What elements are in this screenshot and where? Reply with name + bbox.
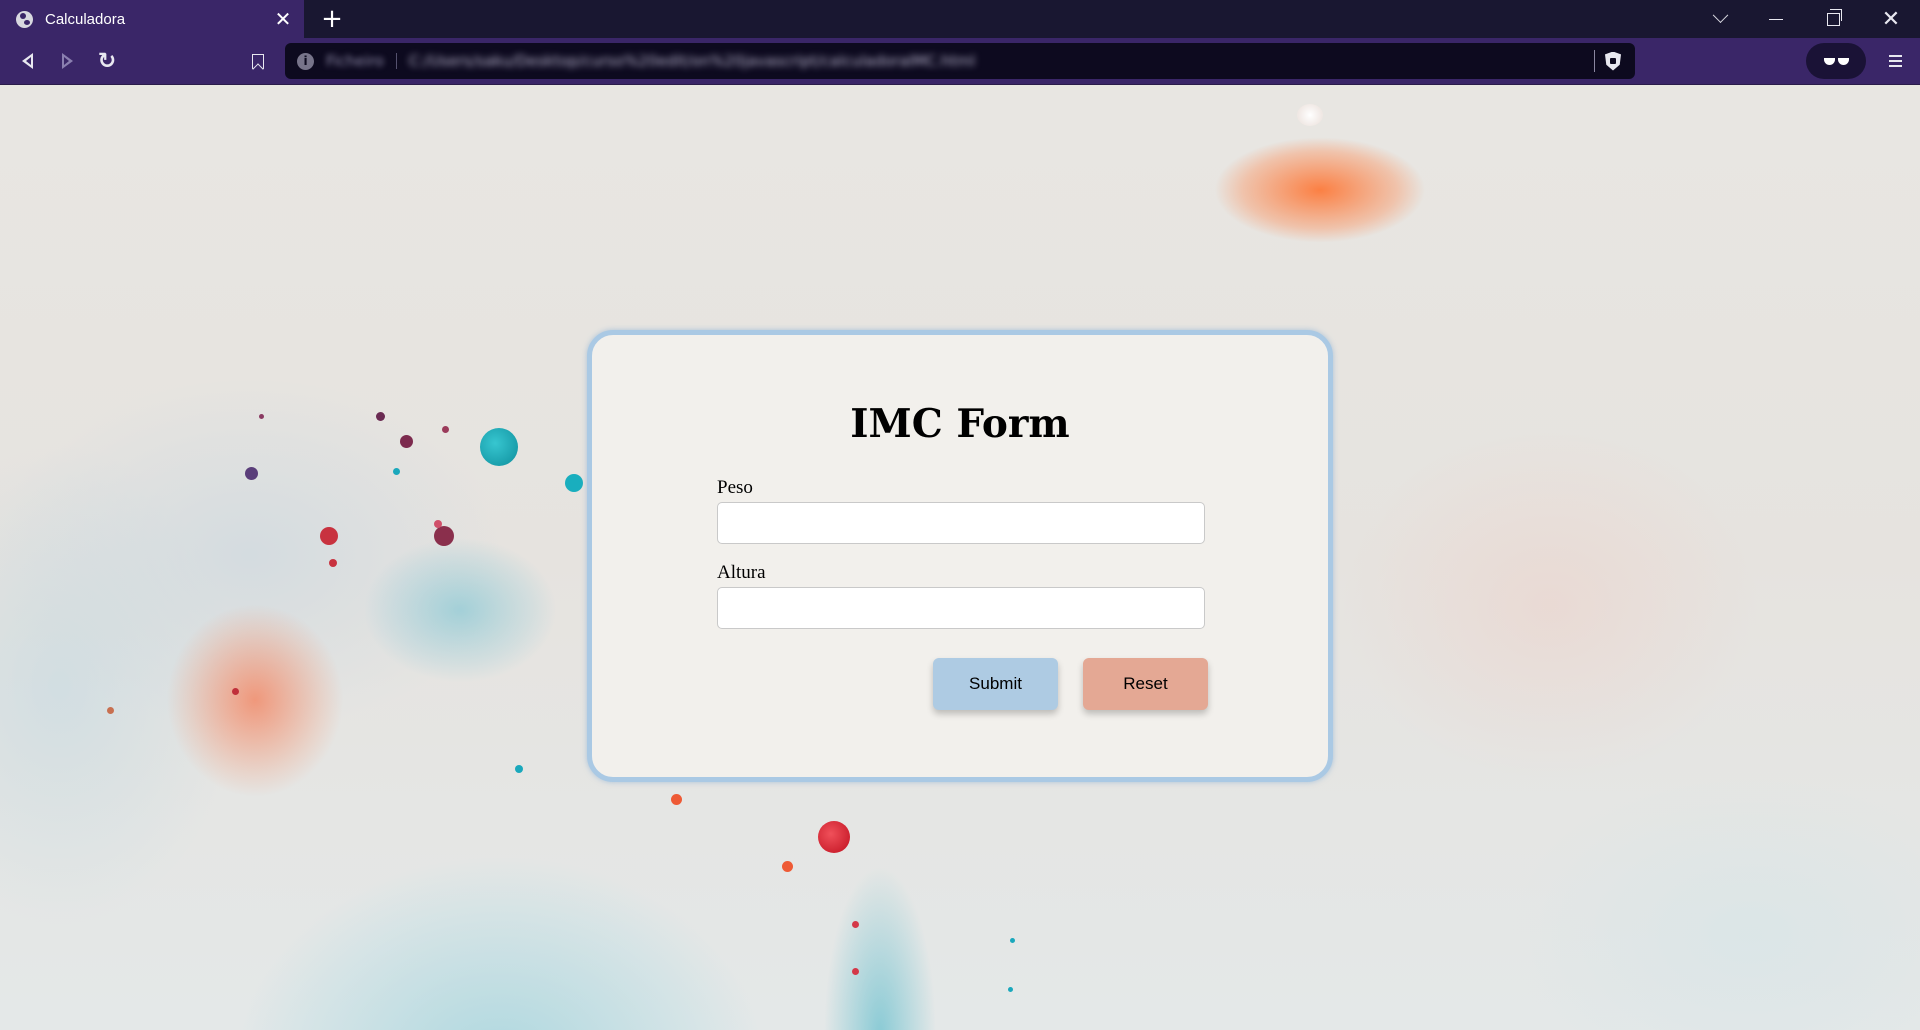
restore-button[interactable] [1806,0,1860,38]
forward-arrow-icon [61,53,73,69]
close-window-button[interactable]: ✕ [1864,0,1918,38]
peso-label: Peso [717,477,753,498]
background-droplet [232,688,239,695]
submit-button[interactable]: Submit [933,658,1058,710]
background-droplet [434,520,442,528]
background-droplet [442,426,449,433]
imc-form-card: IMC Form Peso Altura Submit Reset [587,330,1333,782]
background-droplet [393,468,400,475]
background-droplet [245,467,258,480]
site-info-icon[interactable]: i [297,52,314,70]
background-droplet [376,412,385,421]
background-droplet [671,794,682,805]
close-icon: ✕ [1881,6,1901,32]
peso-input[interactable] [717,502,1205,544]
background-droplet [107,707,114,714]
minimize-button[interactable] [1749,0,1803,38]
altura-label: Altura [717,562,766,583]
background-droplet [565,474,583,492]
glasses-icon [1823,57,1849,65]
address-bar-divider [1594,50,1595,72]
background-droplet [852,968,859,975]
private-wallet-button[interactable] [1806,43,1866,79]
background-droplet [1008,987,1013,992]
globe-icon [16,10,33,28]
reload-icon: ↻ [97,48,117,74]
browser-toolbar: ↻ i Ficheiro C:/Users/saku/Desktop/curso… [0,38,1920,85]
tab-search-button[interactable] [1693,0,1747,38]
url-scheme-label: Ficheiro [326,52,384,70]
address-bar[interactable]: i Ficheiro C:/Users/saku/Desktop/curso%2… [285,43,1635,79]
background-droplet [515,765,523,773]
background-droplet [1010,938,1015,943]
restore-icon [1826,8,1842,26]
browser-window: Calculadora ✕ + ✕ ↻ i Ficheiro C:/Users/… [0,0,1920,1030]
reload-button[interactable]: ↻ [90,44,124,78]
chevron-down-icon [1712,6,1728,23]
tab-title: Calculadora [45,10,126,28]
background-droplet [320,527,338,545]
url-separator [395,53,397,69]
new-tab-button[interactable]: + [316,3,348,35]
background-droplet [782,861,793,872]
back-arrow-icon [21,53,33,69]
background-droplet [434,526,454,546]
background-droplet [400,435,413,448]
minimize-icon [1769,18,1783,20]
url-text[interactable]: C:/Users/saku/Desktop/curso%20edit/on%20… [409,52,1594,70]
tab-strip: Calculadora ✕ + ✕ [0,0,1920,38]
forward-button[interactable] [50,44,84,78]
background-droplet [852,921,859,928]
back-button[interactable] [10,44,44,78]
form-title: IMC Form [850,401,1070,447]
background-droplet [1297,104,1323,126]
background-droplet [259,414,264,419]
main-menu-button[interactable] [1878,44,1912,78]
page-viewport: IMC Form Peso Altura Submit Reset [0,85,1920,1030]
reset-button[interactable]: Reset [1083,658,1208,710]
background-droplet [480,428,518,466]
bookmark-icon [252,53,264,69]
tab-calculadora[interactable]: Calculadora ✕ [0,0,304,38]
brave-shield-icon[interactable] [1605,51,1621,71]
bookmark-button[interactable] [241,44,275,78]
background-droplet [818,821,850,853]
tab-close-icon[interactable]: ✕ [268,4,298,34]
altura-input[interactable] [717,587,1205,629]
background-droplet [329,559,337,567]
